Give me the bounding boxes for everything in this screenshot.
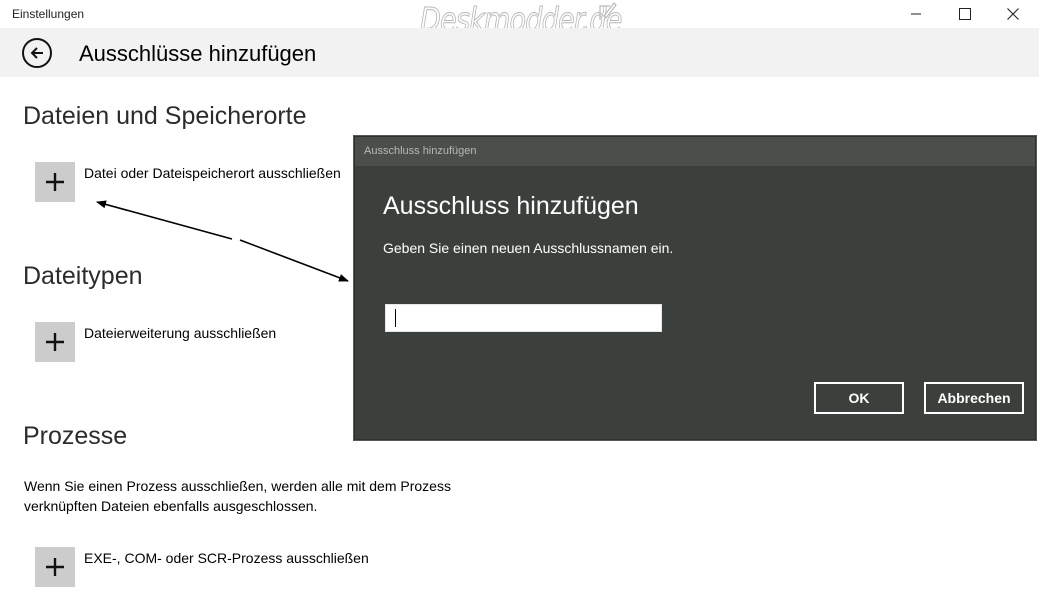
dialog-titlebar: Ausschluss hinzufügen [355, 137, 1035, 166]
arrow-to-dialog [239, 239, 349, 282]
dialog-heading: Ausschluss hinzufügen [383, 192, 639, 220]
cancel-button[interactable]: Abbrechen [924, 382, 1024, 414]
dialog-prompt: Geben Sie einen neuen Ausschlussnamen ei… [383, 240, 674, 256]
exclusion-name-input[interactable] [385, 304, 662, 332]
text-caret [395, 309, 396, 327]
add-exclusion-dialog: Ausschluss hinzufügen Ausschluss hinzufü… [354, 136, 1036, 440]
ok-button[interactable]: OK [814, 382, 904, 414]
dialog-window-title: Ausschluss hinzufügen [364, 145, 477, 157]
arrow-to-file-tile [96, 200, 233, 240]
